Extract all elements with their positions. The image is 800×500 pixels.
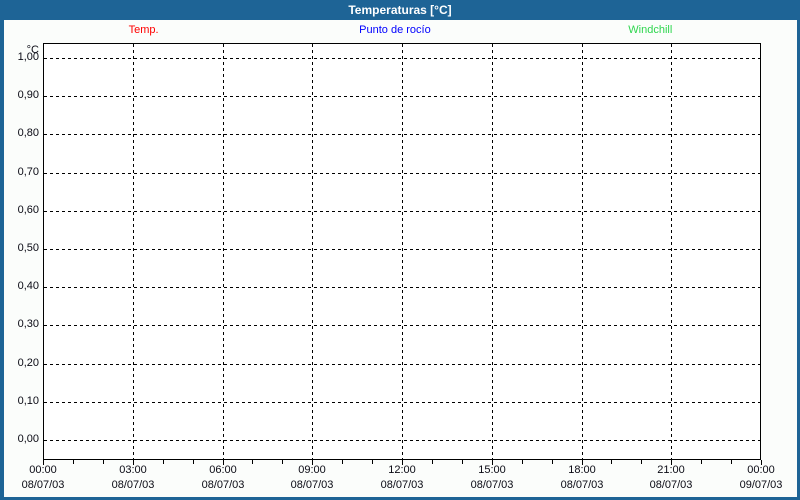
x-tick-date: 08/07/03	[560, 479, 604, 491]
x-tick-time: 09:00	[298, 464, 326, 476]
y-tick-label: 0,30	[17, 318, 39, 330]
x-tick-label: 00:00 08/07/03	[7, 463, 79, 493]
x-tick-label: 00:00 09/07/03	[725, 463, 797, 493]
y-tick-label: 1,00	[17, 51, 39, 63]
x-tick-label: 09:00 08/07/03	[276, 463, 348, 493]
y-tick-label: 0,60	[17, 204, 39, 216]
x-tick-date: 08/07/03	[290, 479, 334, 491]
chart-title-bar: Temperaturas [°C]	[0, 0, 800, 20]
legend-item-3: Windchill	[628, 24, 673, 36]
x-tick-time: 06:00	[209, 464, 237, 476]
y-tick-label: 0,20	[17, 357, 39, 369]
chart-title: Temperaturas [°C]	[348, 3, 452, 17]
y-tick-label: 0,80	[17, 127, 39, 139]
x-tick-date: 08/07/03	[649, 479, 693, 491]
y-tick-label: 0,90	[17, 89, 39, 101]
x-tick-time: 00:00	[747, 464, 775, 476]
x-tick-date: 08/07/03	[380, 479, 424, 491]
legend-item-1: Temp.	[128, 24, 159, 36]
y-tick-label: 0,10	[17, 395, 39, 407]
x-tick-time: 15:00	[478, 464, 506, 476]
chart-window: Temperaturas [°C] Temp. Punto de rocío Win…	[0, 0, 800, 500]
y-tick-label: 0,00	[17, 433, 39, 445]
x-tick-date: 08/07/03	[111, 479, 155, 491]
x-tick-time: 18:00	[568, 464, 596, 476]
y-tick-label: 0,70	[17, 166, 39, 178]
legend-item-2: Punto de rocío	[359, 24, 431, 36]
x-tick-label: 03:00 08/07/03	[97, 463, 169, 493]
x-tick-date: 08/07/03	[201, 479, 245, 491]
x-tick-label: 18:00 08/07/03	[546, 463, 618, 493]
x-tick-time: 00:00	[29, 464, 57, 476]
y-tick-label: 0,40	[17, 280, 39, 292]
x-tick-label: 21:00 08/07/03	[635, 463, 707, 493]
x-tick-date: 08/07/03	[21, 479, 65, 491]
series-layer	[44, 44, 760, 459]
x-tick-date: 09/07/03	[739, 479, 783, 491]
x-tick-date: 08/07/03	[470, 479, 514, 491]
y-tick-label: 0,50	[17, 242, 39, 254]
x-tick-label: 06:00 08/07/03	[187, 463, 259, 493]
x-tick-time: 03:00	[119, 464, 147, 476]
x-tick-label: 12:00 08/07/03	[366, 463, 438, 493]
x-tick-label: 15:00 08/07/03	[456, 463, 528, 493]
x-tick-time: 12:00	[388, 464, 416, 476]
x-tick-time: 21:00	[657, 464, 685, 476]
chart-content: Temp. Punto de rocío Windchill °C 1,00 0,90…	[4, 20, 797, 497]
